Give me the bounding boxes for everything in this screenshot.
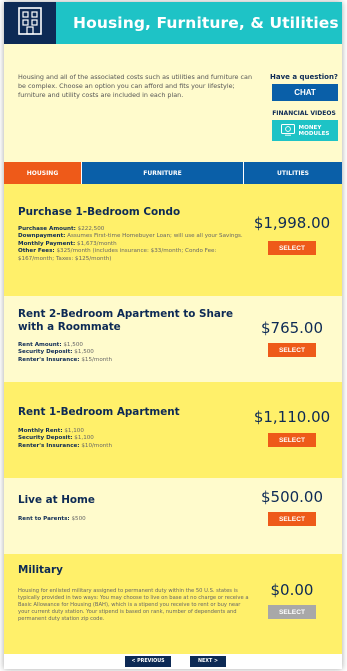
detail-label: Rent Amount: — [18, 342, 62, 348]
select-button[interactable]: SELECT — [268, 343, 316, 357]
category-tabs: HOUSING FURNITURE UTILITIES — [4, 162, 342, 184]
detail-label: Renter's Insurance: — [18, 442, 80, 449]
detail-value: $1,673/month — [75, 240, 117, 247]
tab-furniture[interactable]: FURNITURE — [82, 162, 244, 184]
chat-button[interactable]: CHAT — [272, 84, 338, 101]
option-price: $0.00 — [270, 581, 314, 599]
option-title: Purchase 1-Bedroom Condo — [18, 206, 181, 218]
option-price: $765.00 — [260, 319, 324, 337]
option-title: Military — [18, 564, 63, 576]
detail-value: $10/month — [79, 442, 113, 449]
detail-value: $1,100 — [62, 428, 84, 434]
detail-label: Downpayment: — [18, 233, 66, 240]
detail-label: Rent to Parents: — [18, 516, 70, 522]
option-rent-2br-roommate: Rent 2-Bedroom Apartment to Share with a… — [4, 296, 342, 382]
option-military: Military Housing for enlisted military a… — [4, 554, 342, 654]
app-screen: Housing, Furniture, & Utilities Housing … — [4, 2, 342, 669]
detail-label: Security Deposit: — [18, 349, 73, 356]
intro-text: Housing and all of the associated costs … — [18, 73, 252, 99]
option-details: Purchase Amount: $222,500 Downpayment: A… — [18, 226, 246, 263]
option-live-at-home: Live at Home Rent to Parents: $500 $500.… — [4, 478, 342, 554]
option-price: $1,110.00 — [253, 408, 331, 426]
money-modules-button[interactable]: MONEY MODULES — [272, 120, 338, 141]
detail-value: $222,500 — [75, 226, 105, 232]
header-bar: Housing, Furniture, & Utilities — [56, 2, 342, 44]
option-title: Rent 2-Bedroom Apartment to Share with a… — [18, 308, 234, 333]
header-icon-box — [4, 2, 56, 44]
detail-value: Housing for enlisted military assigned t… — [18, 588, 249, 623]
select-button[interactable]: SELECT — [268, 433, 316, 447]
select-button[interactable]: SELECT — [268, 512, 316, 526]
option-price: $1,998.00 — [253, 214, 331, 232]
question-label: Have a question? — [270, 73, 338, 81]
option-title: Live at Home — [18, 494, 95, 506]
tab-utilities[interactable]: UTILITIES — [244, 162, 342, 184]
intro-section: Housing and all of the associated costs … — [4, 44, 342, 162]
previous-button[interactable]: < PREVIOUS — [125, 656, 171, 667]
detail-value: $1,500 — [72, 349, 94, 356]
option-price: $500.00 — [260, 488, 324, 506]
building-icon — [17, 6, 43, 40]
page-header: Housing, Furniture, & Utilities — [4, 2, 342, 44]
money-modules-label: MONEY MODULES — [299, 125, 330, 137]
detail-label: Purchase Amount: — [18, 226, 76, 232]
detail-label: Other Fees: — [18, 248, 55, 255]
detail-label: Monthly Rent: — [18, 428, 63, 434]
detail-label: Monthly Payment: — [18, 240, 76, 247]
money-modules-line2: MODULES — [298, 130, 330, 137]
option-rent-1br: Rent 1-Bedroom Apartment Monthly Rent: $… — [4, 382, 342, 478]
option-details: Rent Amount: $1,500 Security Deposit: $1… — [18, 342, 246, 364]
detail-value: $1,500 — [61, 342, 83, 348]
footer-nav: < PREVIOUS NEXT > — [4, 654, 342, 669]
select-button[interactable]: SELECT — [268, 241, 316, 255]
option-title: Rent 1-Bedroom Apartment — [18, 406, 180, 418]
video-icon — [280, 121, 295, 140]
detail-value: Assumes First-time Homebuyer Loan; will … — [65, 233, 243, 240]
financial-videos-label: FINANCIAL VIDEOS — [272, 110, 336, 117]
tab-housing[interactable]: HOUSING — [4, 162, 82, 184]
detail-label: Security Deposit: — [18, 435, 73, 442]
option-details: Housing for enlisted military assigned t… — [18, 588, 250, 623]
option-purchase-condo: Purchase 1-Bedroom Condo Purchase Amount… — [4, 184, 342, 296]
next-button[interactable]: NEXT > — [190, 656, 226, 667]
page-title: Housing, Furniture, & Utilities — [73, 14, 339, 32]
option-details: Monthly Rent: $1,100 Security Deposit: $… — [18, 428, 246, 450]
detail-label: Renter's Insurance: — [18, 356, 80, 363]
detail-value: $1,100 — [72, 435, 94, 442]
select-button-disabled: SELECT — [268, 605, 316, 619]
detail-value: $15/month — [79, 356, 113, 363]
option-details: Rent to Parents: $500 — [18, 516, 246, 523]
detail-value: $500 — [69, 516, 86, 522]
